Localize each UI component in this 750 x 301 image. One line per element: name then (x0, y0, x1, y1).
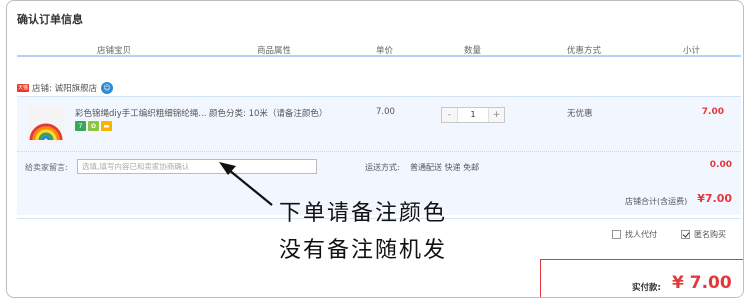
col-subtotal: 小计 (683, 46, 701, 56)
wangwang-chat-icon[interactable]: ☺ (101, 82, 114, 94)
guarantee-icon: ✿ (88, 121, 99, 131)
col-promo: 优惠方式 (567, 46, 602, 56)
proxy-pay-checkbox[interactable]: 找人代付 (612, 229, 657, 240)
payment-value: ¥ 7.00 (672, 273, 732, 293)
credit-card-icon: ▬ (101, 121, 112, 131)
annotation-line-1: 下单请备注颜色 (279, 201, 448, 226)
shop-total-value: ¥7.00 (697, 192, 732, 205)
col-qty: 数量 (464, 46, 482, 56)
quantity-input[interactable]: 1 (458, 108, 488, 122)
section-title: 确认订单信息 (17, 13, 83, 26)
seller-message-input[interactable]: 选填,填写内容已和卖家协商确认 (77, 159, 317, 174)
product-title-link[interactable]: 彩色锦绳diy手工编织粗细锦纶绳... (75, 107, 206, 119)
proxy-pay-label: 找人代付 (625, 230, 657, 239)
promo-value: 无优惠 (567, 109, 593, 119)
proxy-pay-box[interactable] (612, 230, 621, 239)
product-props: 颜色分类: 10米（请备注颜色） (209, 109, 328, 119)
service-icons: 7 ✿ ▬ (75, 121, 112, 131)
col-shop-item: 店铺宝贝 (97, 46, 132, 56)
payment-summary: 实付款: ¥ 7.00 (540, 259, 743, 297)
increment-button[interactable]: + (488, 108, 504, 122)
anonymous-checkbox[interactable]: 匿名购买 (681, 229, 726, 240)
seller-message-label: 给卖家留言: (25, 163, 68, 172)
shipping-label: 运送方式: (365, 163, 400, 172)
col-props: 商品属性 (257, 46, 292, 56)
payment-label: 实付款: (632, 283, 661, 293)
shipping-fee: 0.00 (709, 160, 732, 170)
shipping-method[interactable]: 普通配送 快递 免邮 (410, 162, 479, 173)
shop-total-label: 店铺合计(含运费) (625, 197, 688, 206)
quantity-stepper: - 1 + (441, 107, 505, 123)
tmall-badge: 天猫 (17, 84, 29, 92)
unit-price: 7.00 (376, 107, 395, 117)
decrement-button[interactable]: - (442, 108, 458, 122)
col-price: 单价 (376, 46, 394, 56)
seven-day-return-icon: 7 (75, 121, 86, 131)
product-thumbnail[interactable] (27, 106, 65, 144)
column-header: 店铺宝贝 商品属性 单价 数量 优惠方式 小计 (17, 41, 741, 57)
anonymous-label: 匿名购买 (694, 230, 726, 239)
order-item-row: 彩色锦绳diy手工编织粗细锦纶绳... 7 ✿ ▬ 颜色分类: 10米（请备注颜… (17, 96, 741, 151)
anonymous-box[interactable] (681, 230, 690, 239)
shop-name-link[interactable]: 店铺: 诚阳旗舰店 (32, 82, 97, 94)
shop-row: 天猫 店铺: 诚阳旗舰店 ☺ (17, 81, 114, 95)
item-subtotal: 7.00 (701, 107, 724, 117)
annotation-line-2: 没有备注随机发 (279, 238, 448, 263)
